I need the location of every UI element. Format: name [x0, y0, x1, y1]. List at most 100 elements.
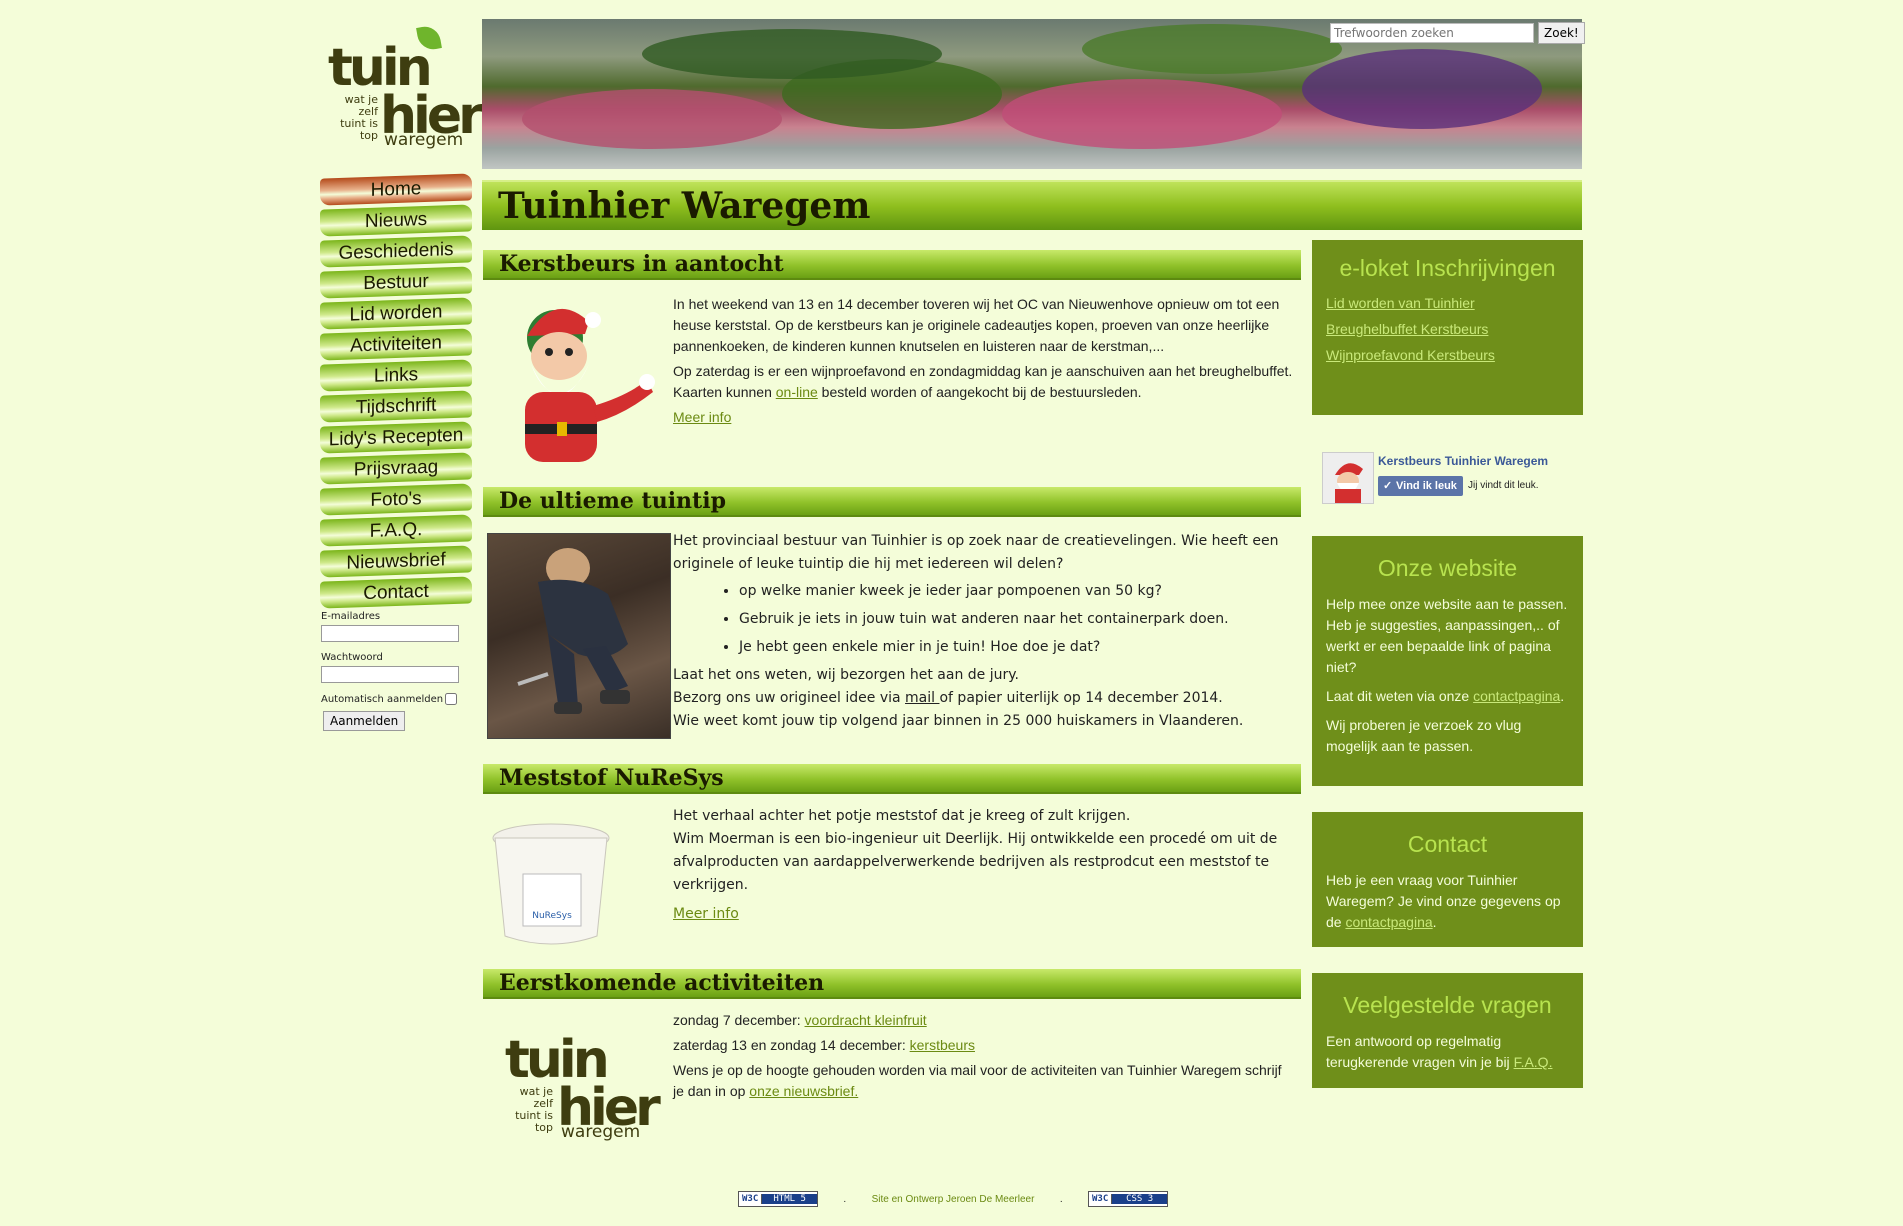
- contact-text: Heb je een vraag voor Tuinhier Waregem? …: [1326, 870, 1569, 933]
- website-p3: Wij proberen je verzoek zo vlug mogelijk…: [1326, 717, 1522, 754]
- newsletter-link[interactable]: onze nieuwsbrief.: [749, 1083, 858, 1099]
- section-header-meststof: Meststof NuReSys: [483, 764, 1301, 794]
- eloket-title: e-loket Inschrijvingen: [1339, 255, 1556, 281]
- contact-box: Contact Heb je een vraag voor Tuinhier W…: [1312, 812, 1583, 947]
- nav-fotos[interactable]: Foto's: [320, 483, 472, 516]
- activity-date: zondag 7 december:: [673, 1012, 805, 1028]
- footer-separator: .: [843, 1193, 847, 1205]
- logo-city: waregem: [561, 1122, 641, 1142]
- eloket-link-lid[interactable]: Lid worden van Tuinhier: [1326, 290, 1569, 316]
- fb-like-label: Vind ik leuk: [1396, 480, 1457, 492]
- email-field[interactable]: [321, 625, 459, 642]
- nav-faq[interactable]: F.A.Q.: [320, 514, 472, 547]
- logo-city: waregem: [384, 130, 464, 150]
- nav-prijsvraag[interactable]: Prijsvraag: [320, 452, 472, 485]
- kerstbeurs-p2: Op zaterdag is er een wijnproefavond en …: [673, 361, 1293, 403]
- footer-separator: .: [1059, 1193, 1063, 1205]
- tuintip-list: op welke manier kweek je ieder jaar pomp…: [673, 580, 1293, 659]
- nav-links[interactable]: Links: [320, 359, 472, 392]
- child-gardening-photo: [487, 533, 671, 739]
- kerstbeurs-more-link[interactable]: Meer info: [673, 409, 731, 425]
- activity-item: zaterdag 13 en zondag 14 december: kerst…: [673, 1035, 1293, 1056]
- logo-slogan: wat je zelf tuint is top: [340, 93, 378, 142]
- tuintip-intro: Het provinciaal bestuur van Tuinhier is …: [673, 533, 1279, 572]
- css3-badge-label: CSS 3: [1112, 1194, 1167, 1204]
- activity-link-kleinfruit[interactable]: voordracht kleinfruit: [805, 1012, 927, 1028]
- nav-nieuwsbrief[interactable]: Nieuwsbrief: [320, 545, 472, 578]
- email-label: E-mailadres: [321, 611, 381, 622]
- fb-like-button[interactable]: ✓ Vind ik leuk: [1378, 476, 1463, 496]
- eloket-link-wijn[interactable]: Wijnproefavond Kerstbeurs: [1326, 342, 1569, 368]
- faq-text: Een antwoord op regelmatig terugkerende …: [1326, 1031, 1569, 1073]
- auto-login-checkbox[interactable]: [445, 693, 458, 705]
- website-p2-text: Laat dit weten via onze: [1326, 688, 1474, 704]
- search-button[interactable]: Zoek!: [1538, 22, 1585, 44]
- nav-home[interactable]: Home: [320, 173, 472, 206]
- mail-link[interactable]: mail: [905, 690, 939, 706]
- tuintip-line2: Bezorg ons uw origineel idee via mail of…: [673, 687, 1293, 710]
- tuintip-line2-text: Bezorg ons uw origineel idee via: [673, 690, 906, 706]
- online-link[interactable]: on-line: [776, 384, 818, 400]
- website-contact-link[interactable]: contactpagina: [1473, 688, 1560, 704]
- nav-tijdschrift[interactable]: Tijdschrift: [320, 390, 472, 423]
- santa-image: [525, 308, 655, 462]
- nav-activiteiten[interactable]: Activiteiten: [320, 328, 472, 361]
- kerstbeurs-p1: In het weekend van 13 en 14 december tov…: [673, 296, 1280, 354]
- contact-link[interactable]: contactpagina: [1345, 914, 1432, 930]
- activiteiten-content: zondag 7 december: voordracht kleinfruit…: [673, 1010, 1293, 1106]
- tuintip-line1: Laat het ons weten, wij bezorgen het aan…: [673, 667, 1019, 683]
- newsletter-prompt: Wens je op de hoogte gehouden worden via…: [673, 1060, 1293, 1102]
- eloket-link-breughel[interactable]: Breughelbuffet Kerstbeurs: [1326, 316, 1569, 342]
- meststof-content: Het verhaal achter het potje meststof da…: [673, 805, 1288, 926]
- eloket-box: e-loket Inschrijvingen Lid worden van Tu…: [1312, 240, 1583, 415]
- site-logo[interactable]: tuin wat je zelf tuint is top hier wareg…: [328, 24, 484, 154]
- css3-badge[interactable]: W3C CSS 3: [1087, 1191, 1168, 1207]
- activity-date: zaterdag 13 en zondag 14 december:: [673, 1037, 910, 1053]
- faq-text-a: Een antwoord op regelmatig terugkerende …: [1326, 1033, 1514, 1070]
- footer-credit-link[interactable]: Site en Ontwerp Jeroen De Meerleer: [872, 1194, 1035, 1205]
- fertilizer-bucket-image: NuReSys: [489, 820, 613, 946]
- search-input[interactable]: [1330, 23, 1534, 43]
- tuintip-bullet: Je hebt geen enkele mier in je tuin! Hoe…: [739, 636, 1293, 659]
- facebook-like-widget: Kerstbeurs Tuinhier Waregem ✓ Vind ik le…: [1322, 452, 1582, 504]
- auto-login-row: Automatisch aanmelden: [321, 693, 471, 705]
- password-field[interactable]: [321, 666, 459, 683]
- activity-item: zondag 7 december: voordracht kleinfruit: [673, 1010, 1293, 1031]
- meststof-p2: Wim Moerman is een bio-ingenieur uit Dee…: [673, 831, 1278, 893]
- logo-slogan: wat je zelf tuint is top: [515, 1085, 553, 1134]
- tuintip-bullet: op welke manier kweek je ieder jaar pomp…: [739, 580, 1293, 603]
- nav-lid-worden[interactable]: Lid worden: [320, 297, 472, 330]
- website-p2-end: .: [1560, 688, 1565, 704]
- meststof-p1: Het verhaal achter het potje meststof da…: [673, 808, 1131, 824]
- eloket-links: Lid worden van Tuinhier Breughelbuffet K…: [1326, 290, 1569, 368]
- html5-badge-label: HTML 5: [762, 1194, 817, 1204]
- website-title: Onze website: [1377, 555, 1518, 581]
- main-nav: Home Nieuws Geschiedenis Bestuur Lid wor…: [320, 173, 472, 610]
- login-button[interactable]: Aanmelden: [323, 711, 406, 731]
- page-title-bar: Tuinhier Waregem: [482, 180, 1582, 230]
- search-bar: Zoek!: [1330, 22, 1585, 44]
- login-form: E-mailadres Wachtwoord Automatisch aanme…: [321, 611, 471, 731]
- section-title: Kerstbeurs in aantocht: [499, 251, 784, 277]
- section-title: De ultieme tuintip: [499, 488, 726, 514]
- nav-nieuws[interactable]: Nieuws: [320, 204, 472, 237]
- meststof-more-link[interactable]: Meer info: [673, 906, 739, 922]
- nav-recepten[interactable]: Lidy's Recepten: [320, 421, 472, 454]
- faq-link[interactable]: F.A.Q.: [1514, 1054, 1553, 1070]
- password-label: Wachtwoord: [321, 652, 383, 663]
- fb-page-name[interactable]: Kerstbeurs Tuinhier Waregem: [1378, 454, 1548, 468]
- nav-contact[interactable]: Contact: [320, 576, 472, 609]
- check-icon: ✓: [1383, 480, 1393, 492]
- tuinhier-logo-small: tuin wat je zelf tuint is top hier wareg…: [505, 1010, 661, 1142]
- page-title: Tuinhier Waregem: [498, 185, 871, 227]
- nav-bestuur[interactable]: Bestuur: [320, 266, 472, 299]
- kerstbeurs-p2-text-b: besteld worden of aangekocht bij de best…: [817, 384, 1142, 400]
- html5-badge[interactable]: W3C HTML 5: [738, 1191, 818, 1207]
- nav-geschiedenis[interactable]: Geschiedenis: [320, 235, 472, 268]
- section-title: Eerstkomende activiteiten: [499, 970, 825, 996]
- tuintip-line2-text-b: of papier uiterlijk op 14 december 2014.: [939, 690, 1223, 706]
- tuintip-content: Het provinciaal bestuur van Tuinhier is …: [673, 530, 1293, 733]
- activity-link-kerstbeurs[interactable]: kerstbeurs: [910, 1037, 975, 1053]
- w3c-mark: W3C: [739, 1194, 763, 1204]
- section-header-tuintip: De ultieme tuintip: [483, 487, 1301, 517]
